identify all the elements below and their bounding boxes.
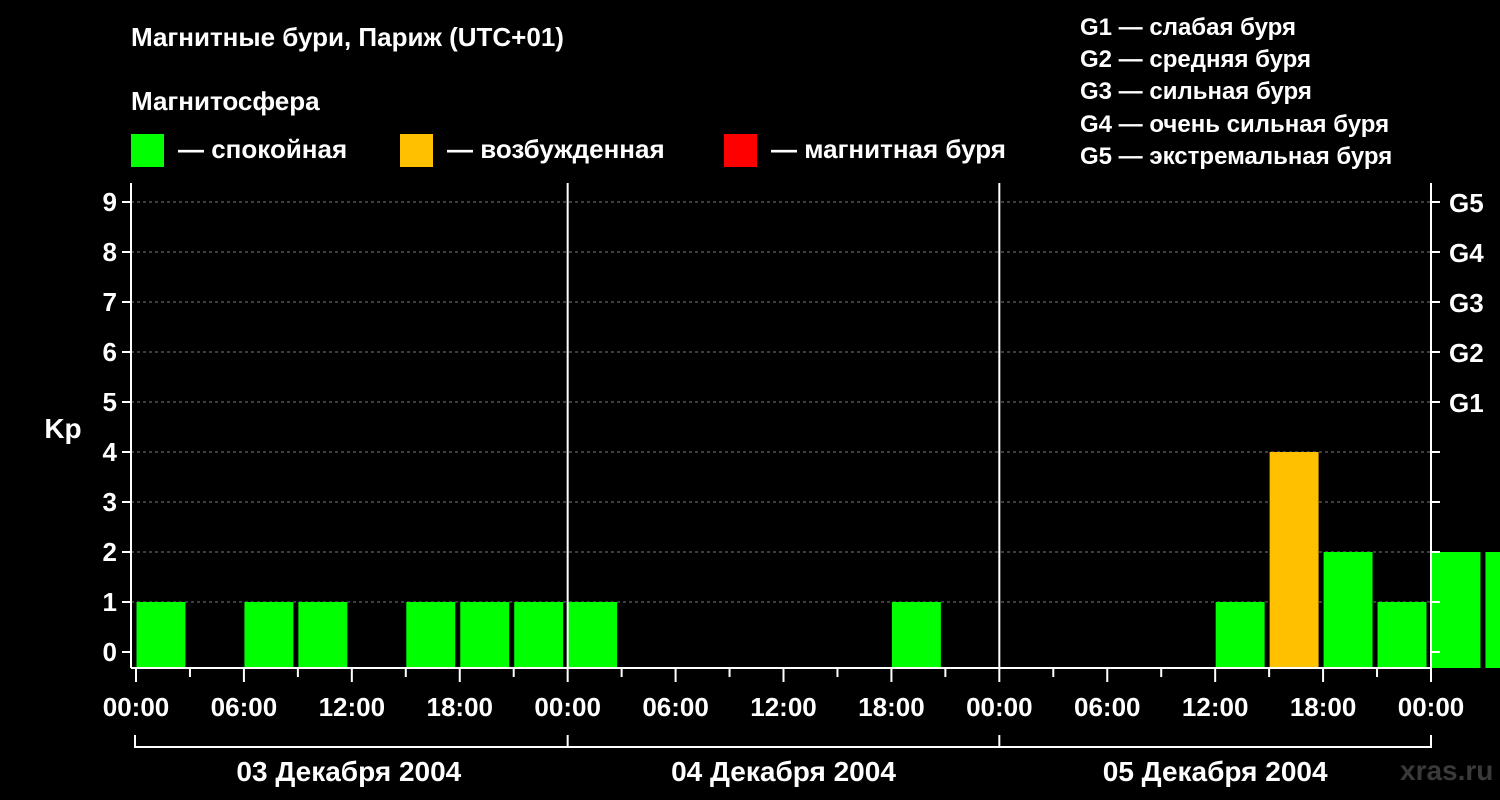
day-label: 03 Декабря 2004	[236, 756, 461, 787]
bar-0	[136, 602, 186, 668]
g-axis-label-g5: G5	[1449, 188, 1484, 218]
x-tick-label: 06:00	[211, 692, 278, 722]
bar-5	[406, 602, 456, 668]
y-tick-label: 4	[103, 437, 118, 467]
bar-8	[568, 602, 618, 668]
x-tick-label: 18:00	[427, 692, 494, 722]
y-axis-label: Kp	[44, 413, 81, 444]
g-axis-label-g1: G1	[1449, 388, 1484, 418]
bar-6	[460, 602, 510, 668]
bar-14	[1431, 552, 1481, 668]
bar-9	[891, 602, 941, 668]
y-tick-label: 0	[103, 637, 117, 667]
bar-10	[1215, 602, 1265, 668]
y-tick-label: 5	[103, 387, 117, 417]
bar-3	[298, 602, 348, 668]
x-tick-label: 18:00	[858, 692, 925, 722]
g-axis-label-g4: G4	[1449, 238, 1484, 268]
bar-12	[1323, 552, 1373, 668]
x-tick-label: 00:00	[534, 692, 601, 722]
y-tick-label: 6	[103, 337, 117, 367]
x-tick-label: 00:00	[1398, 692, 1465, 722]
x-tick-label: 12:00	[319, 692, 386, 722]
day-label: 05 Декабря 2004	[1103, 756, 1328, 787]
bar-15	[1485, 552, 1500, 668]
x-tick-label: 06:00	[1074, 692, 1141, 722]
g-axis-label-g3: G3	[1449, 288, 1484, 318]
y-tick-label: 9	[103, 187, 117, 217]
day-label: 04 Декабря 2004	[671, 756, 896, 787]
bar-2	[244, 602, 294, 668]
y-tick-label: 1	[103, 587, 117, 617]
bar-7	[514, 602, 564, 668]
x-tick-label: 00:00	[966, 692, 1033, 722]
x-tick-label: 12:00	[750, 692, 817, 722]
y-tick-label: 2	[103, 537, 117, 567]
x-tick-label: 06:00	[642, 692, 709, 722]
kp-chart: 0 1 2 3 4 5 6 7 8 9 G1 G2 G3 G4 G5 Kp 00:00 06:00 12:00 18:…	[44, 183, 1500, 787]
x-tick-label: 18:00	[1290, 692, 1357, 722]
g-axis-label-g2: G2	[1449, 338, 1484, 368]
x-tick-label: 12:00	[1182, 692, 1249, 722]
bar-11	[1269, 452, 1319, 668]
y-tick-label: 8	[103, 237, 117, 267]
bar-13	[1377, 602, 1427, 668]
watermark: xras.ru	[1400, 755, 1494, 786]
x-tick-label: 00:00	[103, 692, 170, 722]
y-tick-label: 7	[103, 287, 117, 317]
y-tick-label: 3	[103, 487, 117, 517]
